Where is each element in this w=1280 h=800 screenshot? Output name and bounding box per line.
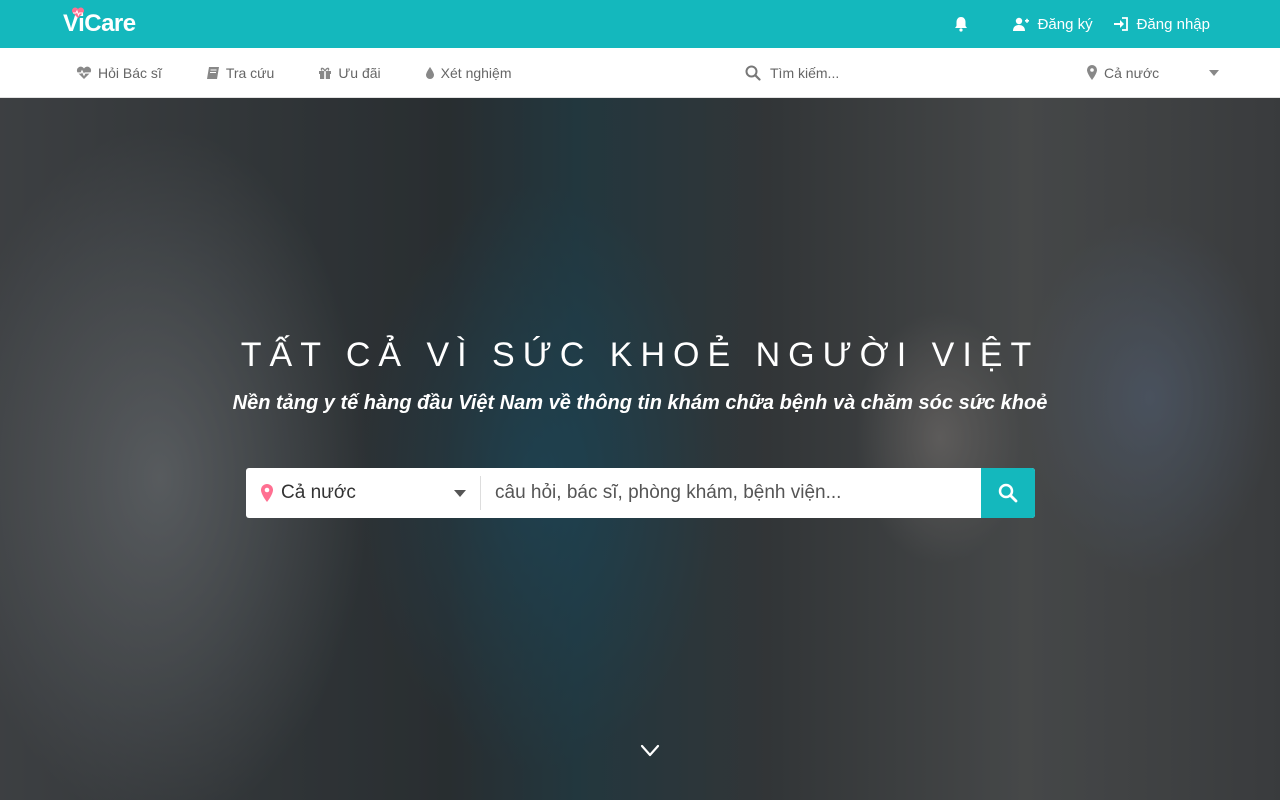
register-label: Đăng ký [1037, 15, 1093, 33]
drop-icon [425, 66, 434, 79]
login-link[interactable]: Đăng nhập [1113, 16, 1210, 33]
hero-search-input[interactable] [481, 468, 981, 518]
nav-search [745, 48, 970, 97]
hero-background-image [0, 98, 1280, 800]
nav-bar: Hỏi Bác sĩ Tra cứu Ưu đãi Xét nghiệm Tìm… [0, 48, 1280, 98]
nav-location-select[interactable]: Cả nước [1087, 48, 1219, 97]
nav-item-label: Ưu đãi [338, 64, 381, 81]
nav-location-label: Cả nước [1104, 64, 1160, 81]
hero-location-select[interactable]: Cả nước [246, 468, 480, 518]
hero-location-label: Cả nước [281, 482, 356, 503]
search-icon [998, 483, 1018, 503]
sign-in-icon [1113, 17, 1128, 31]
user-plus-icon [1012, 17, 1029, 31]
hero-banner: TẤT CẢ VÌ SỨC KHOẺ NGƯỜI VIỆT Nền tảng y… [0, 98, 1280, 800]
nav-items: Hỏi Bác sĩ Tra cứu Ưu đãi Xét nghiệm [76, 48, 556, 97]
login-label: Đăng nhập [1136, 15, 1210, 33]
vicare-logo[interactable]: ViCare [63, 7, 136, 39]
map-marker-icon [1087, 65, 1097, 80]
nav-item-label: Xét nghiệm [440, 64, 512, 81]
chevron-down-icon[interactable] [640, 744, 660, 758]
nav-search-input[interactable] [770, 64, 970, 81]
hero-search-button[interactable] [981, 468, 1035, 518]
nav-item-ask-doctor[interactable]: Hỏi Bác sĩ [76, 65, 162, 81]
heart-icon [71, 7, 85, 18]
map-marker-icon [261, 484, 273, 502]
heartbeat-icon [76, 66, 92, 79]
bell-icon[interactable] [952, 15, 970, 33]
gift-icon [319, 67, 332, 79]
book-icon [206, 66, 219, 79]
nav-item-offers[interactable]: Ưu đãi [318, 64, 381, 81]
top-bar: ViCare Đăng ký Đăng nhập [0, 0, 1280, 48]
nav-item-label: Hỏi Bác sĩ [98, 64, 162, 81]
caret-down-icon [1209, 69, 1219, 76]
nav-item-label: Tra cứu [225, 64, 275, 81]
nav-item-lookup[interactable]: Tra cứu [206, 64, 275, 81]
hero-search-box: Cả nước [246, 468, 1035, 518]
hero-title: TẤT CẢ VÌ SỨC KHOẺ NGƯỜI VIỆT [240, 336, 1040, 374]
search-icon [745, 65, 761, 81]
nav-item-lab-tests[interactable]: Xét nghiệm [425, 65, 512, 81]
caret-down-icon [454, 489, 466, 497]
register-link[interactable]: Đăng ký [1012, 16, 1093, 33]
hero-subtitle: Nền tảng y tế hàng đầu Việt Nam về thông… [232, 392, 1048, 414]
top-actions: Đăng ký Đăng nhập [952, 0, 1210, 48]
